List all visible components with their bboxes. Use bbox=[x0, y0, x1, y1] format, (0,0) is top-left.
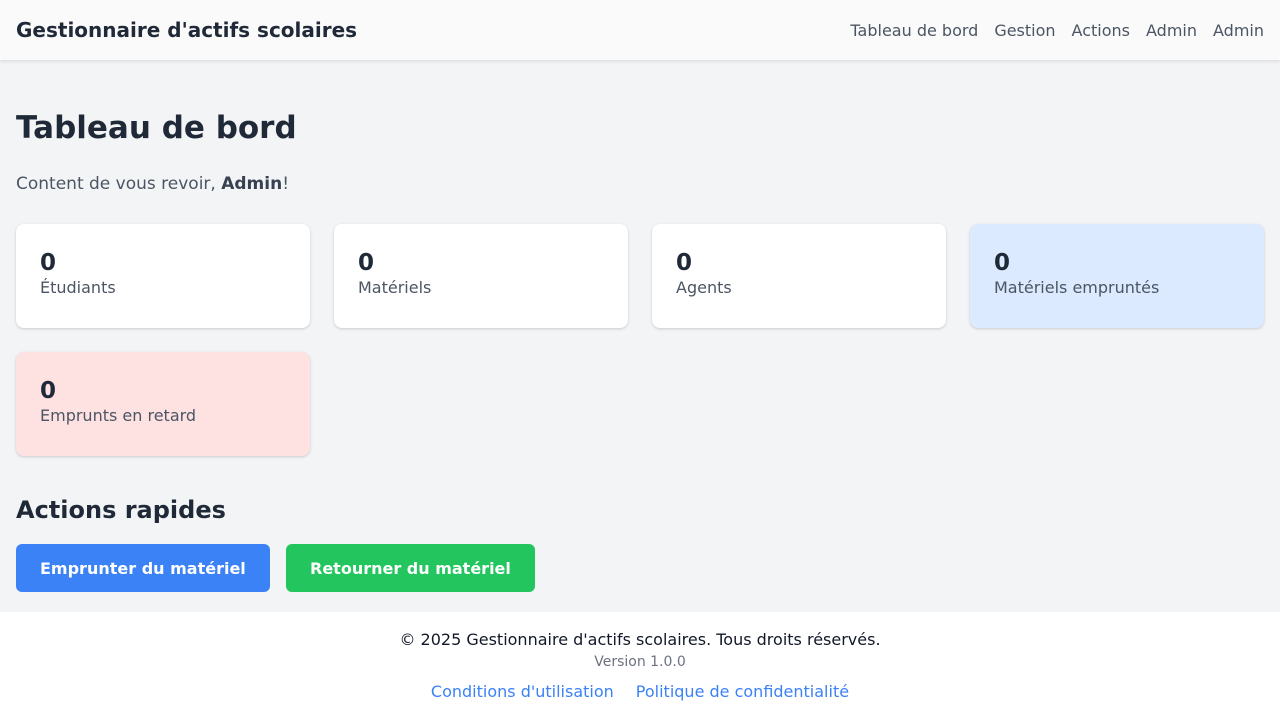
stat-value: 0 bbox=[994, 250, 1011, 276]
stat-label: Étudiants bbox=[40, 278, 116, 297]
stat-card-borrowed: 0 Matériels empruntés bbox=[970, 224, 1264, 328]
footer-links: Conditions d'utilisation Politique de co… bbox=[0, 682, 1280, 701]
stat-label: Matériels empruntés bbox=[994, 278, 1160, 297]
top-navbar: Gestionnaire d'actifs scolaires Tableau … bbox=[0, 0, 1280, 60]
return-equipment-button[interactable]: Retourner du matériel bbox=[286, 544, 535, 592]
quick-actions-title: Actions rapides bbox=[16, 496, 226, 524]
nav-link-user-menu[interactable]: Admin bbox=[1213, 21, 1264, 40]
stat-value: 0 bbox=[676, 250, 693, 276]
nav-link-management[interactable]: Gestion bbox=[994, 21, 1055, 40]
stat-card-overdue: 0 Emprunts en retard bbox=[16, 352, 310, 456]
main-content: Tableau de bord Content de vous revoir, … bbox=[0, 60, 1280, 612]
welcome-message: Content de vous revoir, Admin! bbox=[16, 174, 289, 194]
borrow-equipment-button[interactable]: Emprunter du matériel bbox=[16, 544, 270, 592]
stat-label: Matériels bbox=[358, 278, 432, 297]
privacy-link[interactable]: Politique de confidentialité bbox=[636, 682, 849, 701]
nav-link-admin[interactable]: Admin bbox=[1146, 21, 1197, 40]
stat-label: Agents bbox=[676, 278, 732, 297]
terms-link[interactable]: Conditions d'utilisation bbox=[431, 682, 614, 701]
nav-link-actions[interactable]: Actions bbox=[1072, 21, 1130, 40]
page-footer: © 2025 Gestionnaire d'actifs scolaires. … bbox=[0, 612, 1280, 720]
stat-value: 0 bbox=[358, 250, 375, 276]
app-brand[interactable]: Gestionnaire d'actifs scolaires bbox=[16, 18, 357, 42]
main-nav: Tableau de bord Gestion Actions Admin Ad… bbox=[850, 21, 1264, 40]
welcome-suffix: ! bbox=[282, 174, 290, 194]
stat-value: 0 bbox=[40, 250, 57, 276]
stat-card-students: 0 Étudiants bbox=[16, 224, 310, 328]
stat-label: Emprunts en retard bbox=[40, 406, 197, 425]
version-text: Version 1.0.0 bbox=[594, 654, 686, 670]
welcome-username: Admin bbox=[221, 174, 283, 194]
nav-link-dashboard[interactable]: Tableau de bord bbox=[850, 21, 978, 40]
stat-value: 0 bbox=[40, 378, 57, 404]
copyright-text: © 2025 Gestionnaire d'actifs scolaires. … bbox=[399, 630, 881, 649]
welcome-prefix: Content de vous revoir, bbox=[16, 174, 222, 194]
page-title: Tableau de bord bbox=[16, 110, 297, 146]
stat-card-agents: 0 Agents bbox=[652, 224, 946, 328]
stat-card-equipment: 0 Matériels bbox=[334, 224, 628, 328]
